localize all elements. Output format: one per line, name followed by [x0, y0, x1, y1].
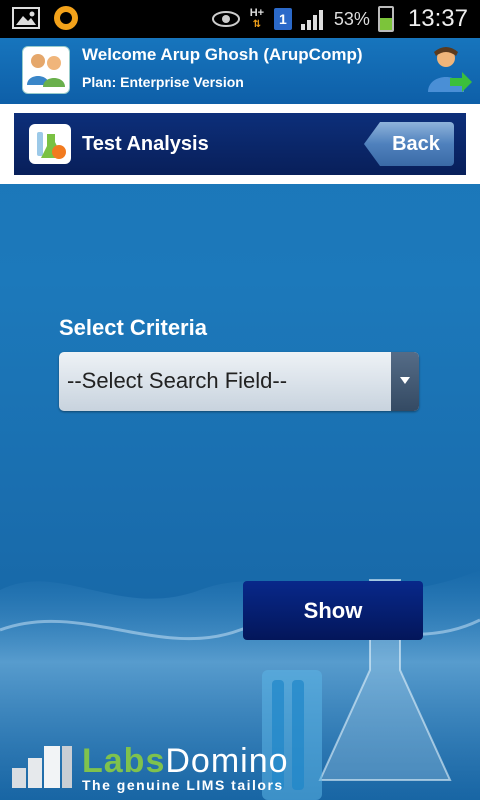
show-button[interactable]: Show	[243, 581, 423, 640]
clock: 13:37	[407, 5, 468, 32]
welcome-text: Welcome Arup Ghosh (ArupComp)	[82, 45, 363, 64]
brand-tagline: The genuine LIMS tailors	[82, 777, 284, 793]
status-bar: H+ ⇅ 1 53% 13:37	[0, 0, 480, 38]
labsdomino-logo-icon	[12, 746, 72, 788]
plan-text: Plan: Enterprise Version	[82, 74, 244, 90]
notification-ring-icon	[54, 6, 78, 30]
battery-icon	[377, 6, 394, 32]
network-h-plus-icon: H+ ⇅	[249, 7, 265, 31]
brand-name-domino: Domino	[165, 742, 289, 780]
title-frame: Test Analysis Back	[0, 104, 480, 184]
gallery-icon	[12, 7, 40, 29]
title-bar: Test Analysis Back	[14, 113, 466, 175]
page-title: Test Analysis	[82, 133, 209, 155]
signal-icon	[300, 10, 323, 30]
battery-percent: 53%	[333, 8, 370, 29]
eye-icon	[211, 11, 240, 27]
sim-icon: 1	[273, 8, 292, 30]
select-value: --Select Search Field--	[67, 368, 288, 393]
chevron-down-icon[interactable]	[391, 352, 419, 411]
back-button[interactable]: Back	[364, 122, 454, 166]
brand-name: LabsDomino	[82, 742, 289, 781]
users-avatar-icon	[22, 46, 70, 94]
search-field-select[interactable]: --Select Search Field--	[59, 352, 419, 411]
brand-name-labs: Labs	[82, 742, 166, 780]
app-header: Welcome Arup Ghosh (ArupComp) Plan: Ente…	[0, 38, 480, 104]
lab-flask-icon	[29, 124, 71, 164]
logout-user-icon[interactable]	[426, 44, 472, 94]
criteria-label: Select Criteria	[59, 315, 207, 340]
